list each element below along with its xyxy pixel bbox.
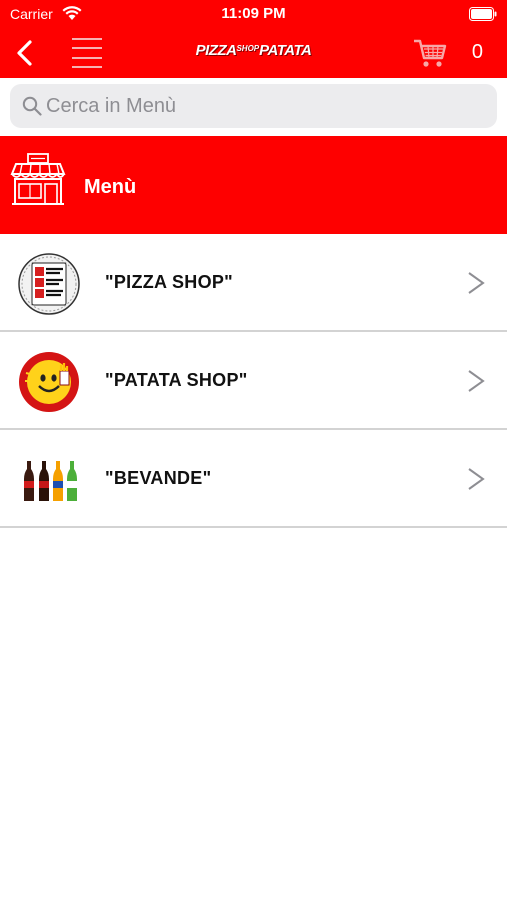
menu-title: Menù <box>84 176 137 198</box>
category-label: "BEVANDE" <box>105 468 212 488</box>
category-list: "PIZZA SHOP" "PATATA SHOP" "BEVANDE" <box>0 234 507 528</box>
chevron-right-icon <box>468 272 485 294</box>
category-row-pizza-shop[interactable]: "PIZZA SHOP" <box>0 234 507 332</box>
store-icon <box>10 153 66 205</box>
cart-icon[interactable] <box>413 37 447 69</box>
brand-logo-pizza: PIZZA <box>195 42 237 59</box>
search-input[interactable] <box>46 84 486 128</box>
drink-bottles-image <box>24 461 77 501</box>
search-box[interactable] <box>10 84 497 128</box>
category-label: "PIZZA SHOP" <box>105 272 234 292</box>
status-bar: Carrier 11:09 PM <box>0 0 507 28</box>
category-row-patata-shop[interactable]: "PATATA SHOP" <box>0 332 507 430</box>
chevron-right-icon <box>468 370 485 392</box>
battery-icon <box>469 7 497 21</box>
pizza-shop-logo <box>18 253 80 315</box>
cart-count: 0 <box>471 41 483 63</box>
menu-header: Menù <box>0 136 507 234</box>
category-label: "PATATA SHOP" <box>105 370 248 390</box>
nav-bar: PIZZASHOPPATATA 0 <box>0 28 507 78</box>
chevron-right-icon <box>468 468 485 490</box>
brand-logo-patata: PATATA <box>259 42 312 59</box>
status-time: 11:09 PM <box>221 5 286 22</box>
search-icon <box>22 96 42 116</box>
search-area <box>0 78 507 134</box>
patata-shop-logo <box>19 352 79 412</box>
brand-logo-shop: SHOP <box>236 44 260 53</box>
category-row-bevande[interactable]: "BEVANDE" <box>0 430 507 528</box>
